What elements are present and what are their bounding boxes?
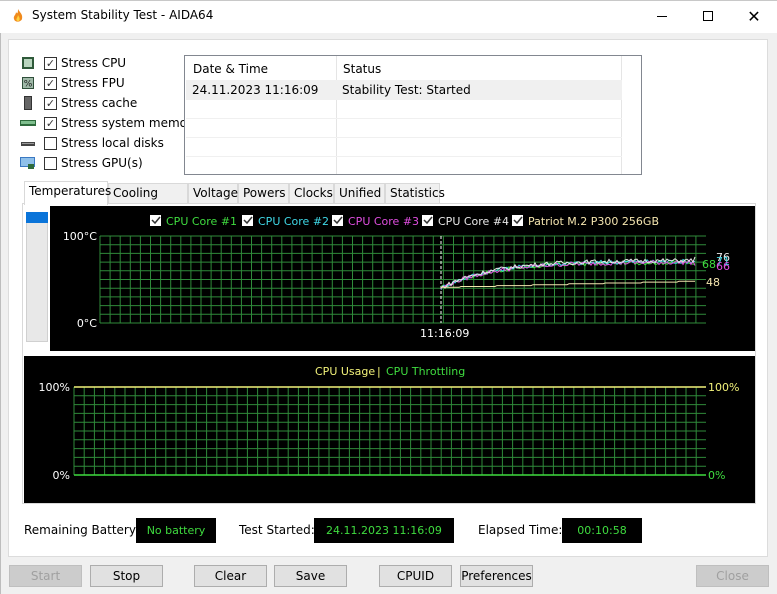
save-button[interactable]: Save	[274, 565, 347, 587]
window-title: System Stability Test - AIDA64	[32, 8, 214, 22]
table-row-empty	[186, 100, 622, 119]
current-value-label: 48	[706, 276, 720, 289]
battery-value: No battery	[136, 518, 216, 543]
legend-label: CPU Core #1	[166, 215, 237, 228]
event-log-table[interactable]: Date & Time Status 24.11.2023 11:16:09 S…	[184, 55, 642, 175]
legend-item[interactable]: CPU Core #4	[422, 215, 509, 228]
stress-option-stress-system-memory[interactable]: ✓ Stress system memory	[20, 114, 199, 132]
temperature-grid	[99, 235, 706, 324]
option-label: Stress FPU	[61, 76, 125, 90]
stress-option-stress-cpu[interactable]: ✓ Stress CPU	[20, 54, 126, 72]
disk-icon	[20, 136, 36, 150]
legend-label: CPU Core #4	[438, 215, 509, 228]
stress-option-stress-fpu[interactable]: % ✓ Stress FPU	[20, 74, 125, 92]
legend-label: Patriot M.2 P300 256GB	[528, 215, 659, 228]
y-tick-label: 100°C	[63, 230, 97, 243]
legend-label: CPU Core #3	[348, 215, 419, 228]
legend-cpu-throttling: CPU Throttling	[386, 365, 465, 378]
series-line	[441, 280, 695, 288]
current-value-label: 66	[716, 260, 730, 273]
option-label: Stress GPU(s)	[61, 156, 143, 170]
test-started-value: 24.11.2023 11:16:09	[314, 518, 454, 543]
tab-clocks[interactable]: Clocks	[289, 183, 334, 203]
checkbox[interactable]	[44, 156, 57, 170]
temperature-chart: 100°C 0°C 11:16:09 CPU Core #1 CPU Core #2 CP…	[50, 206, 755, 351]
minimize-icon	[657, 15, 667, 17]
cache-icon	[20, 96, 36, 110]
y-tick-label-left: 0%	[53, 469, 70, 482]
close-window-button[interactable]: ✕	[731, 0, 777, 32]
elapsed-time-value: 00:10:58	[562, 518, 642, 543]
tab-statistics[interactable]: Statistics	[385, 183, 445, 203]
fpu-icon: %	[20, 76, 36, 90]
legend-item[interactable]: Patriot M.2 P300 256GB	[512, 215, 659, 228]
legend-item[interactable]: CPU Core #1	[150, 215, 237, 228]
sensor-scrollbar-thumb[interactable]	[26, 212, 48, 223]
checkbox-checked[interactable]: ✓	[44, 116, 57, 130]
tab-cooling-fans[interactable]: Cooling Fans	[108, 183, 188, 219]
option-label: Stress CPU	[61, 56, 127, 70]
preferences-button[interactable]: Preferences	[460, 565, 533, 587]
checkbox-checked[interactable]: ✓	[44, 96, 57, 110]
maximize-icon	[703, 11, 713, 21]
memory-icon	[20, 116, 36, 130]
table-row-empty	[186, 157, 622, 176]
svg-text:%: %	[24, 80, 33, 90]
row-status: Stability Test: Started	[342, 83, 471, 97]
checkbox-checked[interactable]: ✓	[44, 56, 57, 70]
stress-option-stress-local-disks[interactable]: Stress local disks	[20, 134, 164, 152]
tab-powers[interactable]: Powers	[238, 183, 289, 203]
checkbox-checked[interactable]: ✓	[44, 76, 57, 90]
close-icon: ✕	[747, 6, 761, 26]
stop-button[interactable]: Stop	[90, 565, 163, 587]
stress-option-stress-gpu-s[interactable]: Stress GPU(s)	[20, 154, 143, 172]
cpu-usage-chart: CPU Usage | CPU Throttling 100% 0% 100% 0%	[24, 356, 755, 503]
legend-item[interactable]: CPU Core #2	[242, 215, 329, 228]
tab-unified[interactable]: Unified	[334, 183, 385, 203]
cpuid-button[interactable]: CPUID	[379, 565, 452, 587]
table-header: Date & Time Status	[186, 56, 622, 81]
column-header-status[interactable]: Status	[343, 62, 381, 76]
tab-voltages[interactable]: Voltages	[188, 183, 244, 203]
close-button[interactable]: Close	[696, 565, 769, 587]
checkbox[interactable]	[44, 136, 57, 150]
maximize-button[interactable]	[685, 0, 731, 32]
minimize-button[interactable]	[639, 0, 685, 32]
x-tick-label: 11:16:09	[420, 327, 469, 340]
table-row-empty	[186, 138, 622, 157]
legend-item[interactable]: CPU Core #3	[332, 215, 419, 228]
table-row[interactable]: 24.11.2023 11:16:09 Stability Test: Star…	[186, 81, 622, 100]
row-datetime: 24.11.2023 11:16:09	[192, 83, 319, 97]
y-tick-label: 0°C	[77, 317, 97, 330]
start-button[interactable]: Start	[9, 565, 82, 587]
legend-label: CPU Core #2	[258, 215, 329, 228]
series-line	[440, 256, 696, 289]
gpu-icon	[20, 156, 36, 170]
current-value-label: 68	[702, 258, 716, 271]
battery-label: Remaining Battery:	[24, 523, 140, 537]
y-tick-label-left: 100%	[39, 381, 70, 394]
column-header-datetime[interactable]: Date & Time	[193, 62, 268, 76]
tab-temperatures[interactable]: Temperatures	[24, 181, 111, 205]
elapsed-time-label: Elapsed Time:	[478, 523, 563, 537]
stress-option-stress-cache[interactable]: ✓ Stress cache	[20, 94, 137, 112]
legend-separator: |	[377, 365, 381, 378]
option-label: Stress local disks	[61, 136, 164, 150]
y-tick-label-right: 0%	[708, 469, 725, 482]
cpu-icon	[20, 56, 36, 70]
test-started-label: Test Started:	[239, 523, 315, 537]
table-row-empty	[186, 119, 622, 138]
sensor-scrollbar[interactable]	[26, 212, 48, 342]
legend-cpu-usage: CPU Usage	[315, 365, 375, 378]
option-label: Stress cache	[61, 96, 138, 110]
option-label: Stress system memory	[61, 116, 200, 130]
aida64-flame-icon	[13, 9, 23, 22]
usage-grid	[73, 386, 706, 476]
y-tick-label-right: 100%	[708, 381, 739, 394]
clear-button[interactable]: Clear	[194, 565, 267, 587]
